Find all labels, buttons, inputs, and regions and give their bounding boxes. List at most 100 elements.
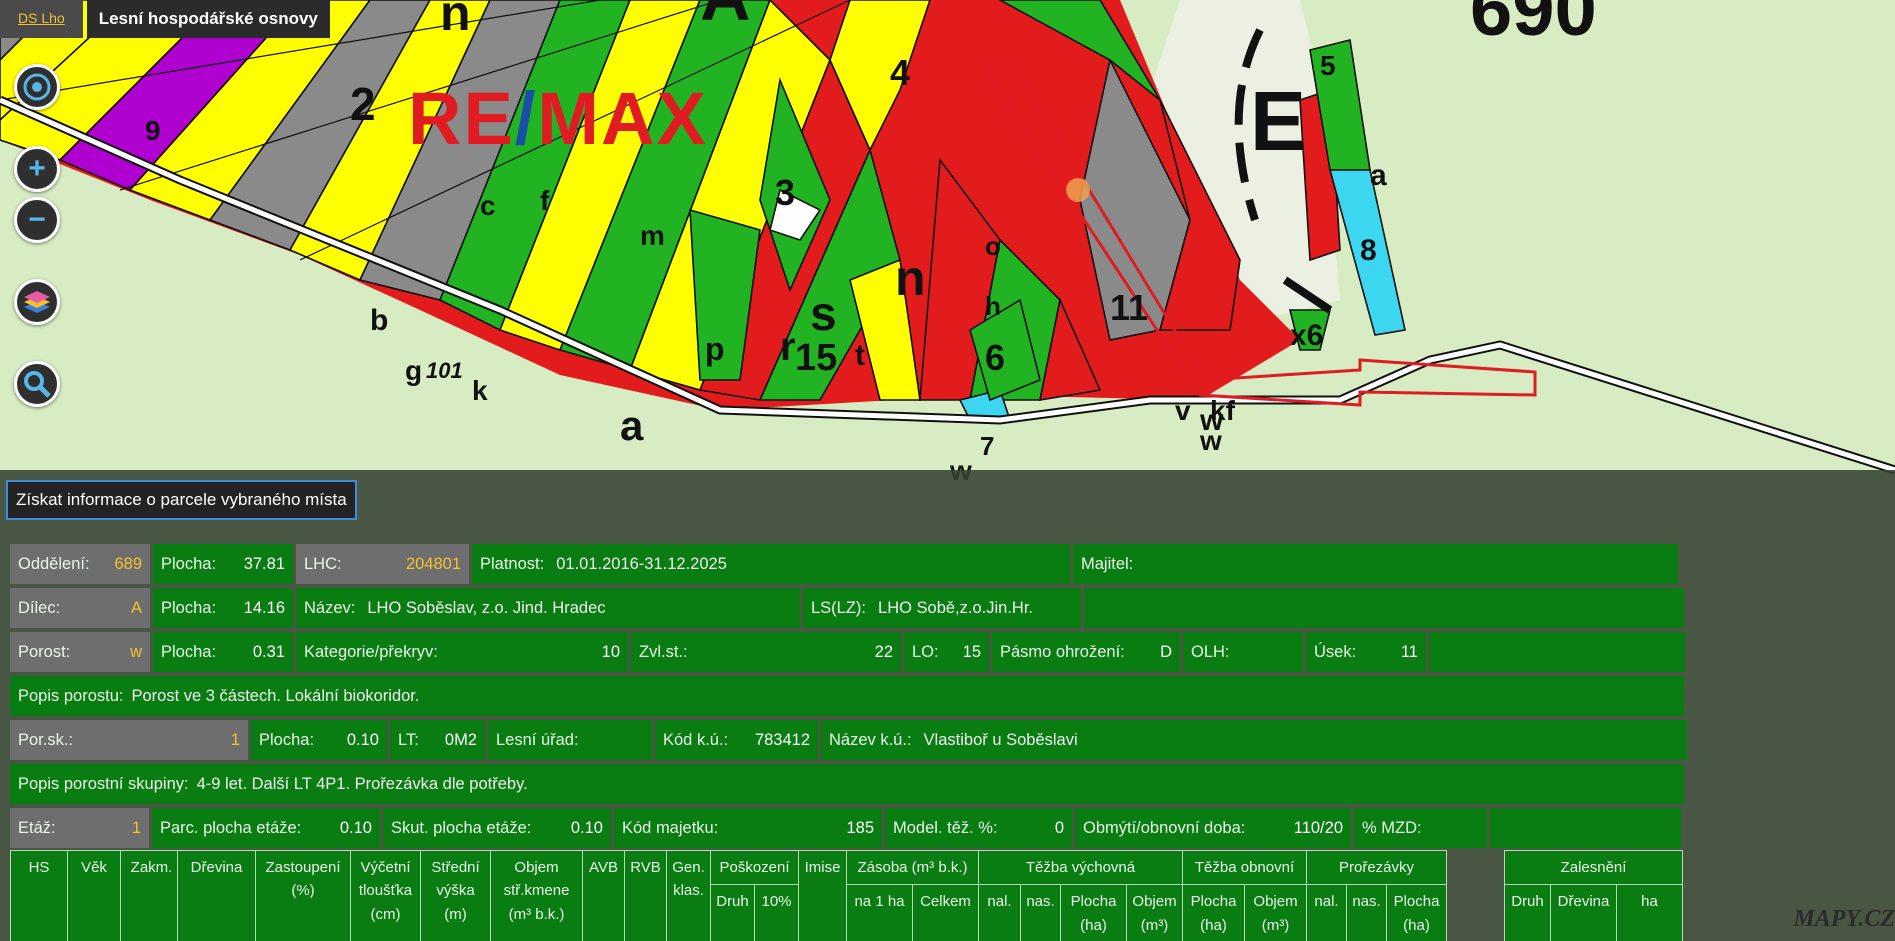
lhc-value: 204801 <box>405 554 461 573</box>
lesni-urad-cell: Lesní úřad: <box>488 720 652 760</box>
map-label: 3 <box>775 172 795 213</box>
zoom-out-button[interactable]: − <box>14 197 60 243</box>
popis-skupiny-label: Popis porostní skupiny: <box>18 774 189 793</box>
app-title: Lesní hospodářské osnovy <box>86 0 330 38</box>
map-label: f <box>540 185 550 216</box>
ls-label: LS(LZ): <box>811 598 867 617</box>
locate-icon <box>23 73 51 101</box>
map-label: p <box>705 331 725 367</box>
platnost-label: Platnost: <box>480 554 545 573</box>
watermark-max: MAX <box>537 77 708 160</box>
kod-majetku-value: 185 <box>846 818 874 837</box>
popis-skupiny-cell: Popis porostní skupiny: 4-9 let. Další LT… <box>10 764 1684 804</box>
porsk-label: Por.sk.: <box>18 730 74 749</box>
parc-plocha-label: Parc. plocha etáže: <box>160 818 302 837</box>
locate-button[interactable] <box>14 64 60 110</box>
porsk-value: 1 <box>230 730 240 749</box>
oddeleni-cell: Oddělení: 689 <box>10 544 150 584</box>
kategorie-cell: Kategorie/překryv: 10 <box>296 632 628 672</box>
map-label: a <box>620 402 644 449</box>
search-button[interactable] <box>14 361 60 407</box>
th-zalesneni: Zalesnění <box>1504 849 1683 886</box>
porsk-cell: Por.sk.: 1 <box>10 720 248 760</box>
map-label: kf <box>1210 395 1236 426</box>
remax-watermark: RE/MAX <box>408 76 708 161</box>
map-label: n <box>440 0 471 41</box>
nazev-ku-cell: Název k.ú.: Vlastiboř u Soběslavi <box>821 720 1687 760</box>
porost-label: Porost: <box>18 642 71 661</box>
th-pr-plocha: Plocha (ha) <box>1386 884 1447 941</box>
plocha-cell: Plocha: 0.10 <box>251 720 387 760</box>
zoom-in-button[interactable]: + <box>14 146 60 192</box>
lhc-label: LHC: <box>304 554 342 573</box>
mzd-cell: % MZD: <box>1354 808 1487 848</box>
map-label: n <box>895 250 926 306</box>
info-row-7: Etáž: 1 Parc. plocha etáže: 0.10 Skut. plo… <box>10 808 1681 848</box>
map-label: o <box>985 231 1001 261</box>
th-vek: Věk <box>67 850 121 941</box>
th-to-objem: Objem (m³) <box>1244 884 1307 941</box>
lt-value: 0M2 <box>444 730 477 749</box>
map-label: r <box>780 325 796 369</box>
kod-ku-label: Kód k.ú.: <box>663 730 729 749</box>
plocha-label: Plocha: <box>161 554 217 573</box>
lhc-cell: LHC: 204801 <box>296 544 469 584</box>
th-avb: AVB <box>582 849 625 941</box>
popis-porostu-label: Popis porostu: <box>18 686 124 705</box>
map-label: x6 <box>1290 319 1323 352</box>
map-label: 7 <box>980 431 994 461</box>
kod-majetku-cell: Kód majetku: 185 <box>614 808 882 848</box>
info-row-6: Popis porostní skupiny: 4-9 let. Další LT… <box>10 764 1684 804</box>
th-to-plocha: Plocha (ha) <box>1182 884 1245 941</box>
row3-empty-cell <box>1429 632 1685 672</box>
th-pr-nas: nas. <box>1346 884 1387 941</box>
top-tabbar: DS Lho Lesní hospodářské osnovy <box>0 0 330 38</box>
olh-label: OLH: <box>1191 642 1230 661</box>
mzd-label: % MZD: <box>1362 818 1422 837</box>
lo-value: 15 <box>962 642 981 661</box>
th-hs: HS <box>10 850 68 941</box>
lt-label: LT: <box>398 730 419 749</box>
get-parcel-info-button[interactable]: Získat informace o parcele vybraného mís… <box>6 480 357 520</box>
skut-plocha-value: 0.10 <box>570 818 603 837</box>
parc-plocha-value: 0.10 <box>339 818 372 837</box>
th-poskozeni: Poškození <box>710 849 799 886</box>
kod-ku-value: 783412 <box>754 730 810 749</box>
oddeleni-label: Oddělení: <box>18 554 90 573</box>
th-gen: Gen. klas. <box>666 849 711 941</box>
popis-porostu-value: Porost ve 3 částech. Lokální biokoridor. <box>131 686 420 705</box>
th-objem: Objem stř.kmene (m³ b.k.) <box>490 849 583 941</box>
skut-plocha-label: Skut. plocha etáže: <box>391 818 532 837</box>
map-label: 5 <box>1320 50 1336 81</box>
lt-cell: LT: 0M2 <box>390 720 485 760</box>
th-vycetni: Výčetní tloušťka (cm) <box>350 849 421 941</box>
pasmo-value: D <box>1160 642 1172 661</box>
stand-table-header-3: Zalesnění Druh Dřevina ha <box>1504 849 1683 941</box>
map-label: 11 <box>1110 287 1148 328</box>
plus-icon: + <box>28 152 46 185</box>
info-row-1: Oddělení: 689 Plocha: 37.81 LHC: 204801 Pla… <box>10 544 1678 584</box>
mapy-cz-logo[interactable]: MAPY.CZ <box>1793 906 1895 933</box>
dilec-cell: Dílec: A <box>10 588 150 628</box>
ds-lho-link[interactable]: DS Lho <box>0 0 83 38</box>
map-label: 9 <box>145 115 161 146</box>
plocha-cell: Plocha: 37.81 <box>153 544 293 584</box>
dilec-value: A <box>130 598 142 617</box>
th-tv-objem: Objem (m³) <box>1126 884 1183 941</box>
plocha-cell: Plocha: 14.16 <box>153 588 293 628</box>
map-label: 101 <box>426 358 463 383</box>
dilec-label: Dílec: <box>18 598 61 617</box>
kategorie-value: 10 <box>601 642 620 661</box>
info-row-5: Por.sk.: 1 Plocha: 0.10 LT: 0M2 Lesní úřad:… <box>10 720 1687 760</box>
usek-value: 11 <box>1400 642 1418 661</box>
plocha-value: 37.81 <box>243 554 285 573</box>
th-tezba-vychovna: Těžba výchovná <box>978 849 1183 886</box>
th-stredni: Střední výška (m) <box>420 849 491 941</box>
obmyti-cell: Obmýtí/obnovní doba: 110/20 <box>1075 808 1351 848</box>
skut-plocha-cell: Skut. plocha etáže: 0.10 <box>383 808 611 848</box>
kod-ku-cell: Kód k.ú.: 783412 <box>655 720 818 760</box>
layers-button[interactable] <box>14 279 60 325</box>
kategorie-label: Kategorie/překryv: <box>304 642 438 661</box>
popis-skupiny-value: 4-9 let. Další LT 4P1. Prořezávka dle po… <box>196 774 528 793</box>
stand-table-header-1: HS Věk Zakm. <box>10 850 183 941</box>
